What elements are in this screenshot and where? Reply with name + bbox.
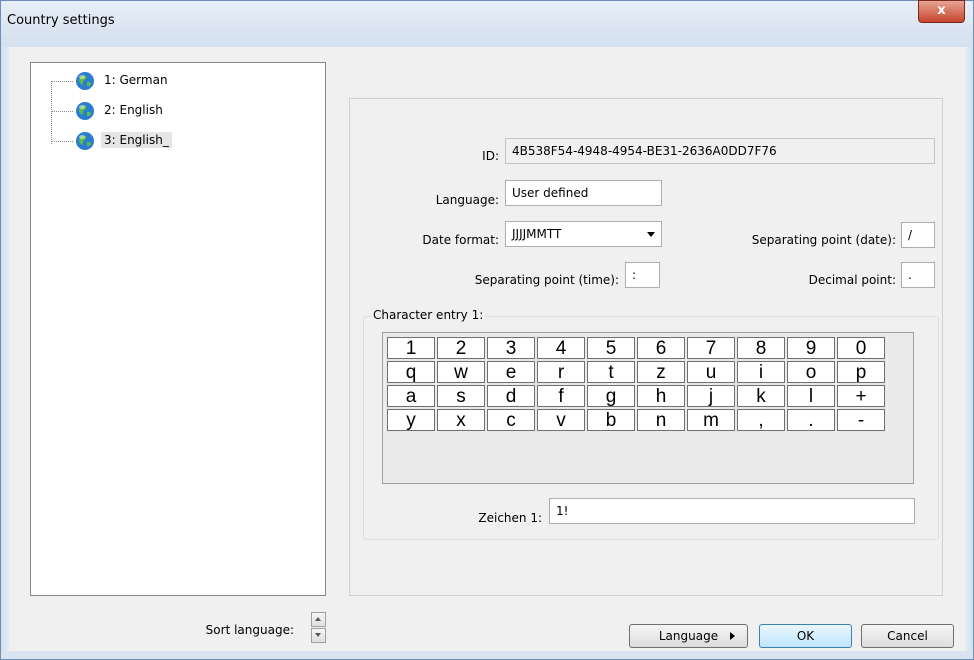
key-button[interactable]: s [437,385,485,407]
decimal-point-input[interactable]: . [901,262,935,288]
key-button[interactable]: 0 [837,337,885,359]
decimal-point-label: Decimal point: [808,273,896,287]
key-button[interactable]: 5 [587,337,635,359]
globe-icon [76,132,94,150]
key-button[interactable]: l [787,385,835,407]
close-button[interactable]: x [918,0,965,23]
key-button[interactable]: e [487,361,535,383]
tree-connector [51,111,73,112]
key-button[interactable]: u [687,361,735,383]
key-button[interactable]: x [437,409,485,431]
character-entry-title: Character entry 1: [371,308,486,322]
key-button[interactable]: i [737,361,785,383]
dialog-client-area: 1: German 2: English 3: English_ Sort la… [9,47,965,651]
language-button-label: Language [658,629,719,643]
globe-icon [76,102,94,120]
date-format-value: JJJJMMTT [512,227,562,241]
id-field: 4B538F54-4948-4954-BE31-2636A0DD7F76 [505,138,935,164]
window-right-border [965,47,973,653]
character-keyboard: 1 2 3 4 5 6 7 8 9 0 q w e r t z u i o p a s d f g h j k l + y x c v b n m,. - [382,332,914,484]
separating-point-date-input[interactable]: / [901,222,935,248]
key-button[interactable]: 2 [437,337,485,359]
separating-point-time-input[interactable]: : [625,262,660,288]
sort-up-button[interactable] [311,612,326,627]
close-icon: x [937,3,946,18]
key-button[interactable]: t [587,361,635,383]
sort-language-label: Sort language: [205,623,294,637]
title-bar: Country settings x [1,0,973,47]
key-button[interactable]: z [637,361,685,383]
globe-icon [76,72,94,90]
key-button[interactable]: w [437,361,485,383]
arrow-down-icon [315,633,321,637]
country-settings-window: Country settings x 1: German 2: English … [0,0,974,660]
key-button[interactable]: g [587,385,635,407]
chevron-right-icon [730,632,735,640]
key-button[interactable]: , [737,409,785,431]
language-label: Language: [435,193,499,207]
zeichen-input[interactable]: 1! [549,498,915,524]
sort-down-button[interactable] [311,628,326,643]
cancel-button[interactable]: Cancel [861,624,954,648]
key-button[interactable]: 9 [787,337,835,359]
window-bottom-border [1,651,973,659]
key-button[interactable]: q [387,361,435,383]
key-button[interactable]: n [637,409,685,431]
ok-button-label: OK [796,629,815,643]
key-button[interactable]: p [837,361,885,383]
key-button[interactable]: y [387,409,435,431]
key-button[interactable]: m [687,409,735,431]
arrow-up-icon [315,617,321,621]
language-menu-button[interactable]: Language [629,624,748,648]
key-button[interactable]: 4 [537,337,585,359]
key-button[interactable]: - [837,409,885,431]
key-button[interactable]: d [487,385,535,407]
window-title: Country settings [7,13,115,28]
language-tree[interactable]: 1: German 2: English 3: English_ [30,62,326,596]
key-button[interactable]: 6 [637,337,685,359]
ok-button[interactable]: OK [759,624,852,648]
key-button[interactable]: k [737,385,785,407]
tree-connector [51,141,73,142]
key-button[interactable]: a [387,385,435,407]
key-button[interactable]: j [687,385,735,407]
key-button[interactable]: v [537,409,585,431]
tree-item-german[interactable]: 1: German [51,70,311,92]
key-button[interactable]: b [587,409,635,431]
tree-item-label: 2: English [104,103,163,117]
key-button[interactable]: . [787,409,835,431]
language-input[interactable]: User defined [505,180,662,206]
tree-item-english-custom[interactable]: 3: English_ [51,130,311,152]
tree-item-english[interactable]: 2: English [51,100,311,122]
tree-item-label: 3: English_ [101,132,172,148]
separating-point-time-label: Separating point (time): [474,273,619,287]
key-button[interactable]: 1 [387,337,435,359]
date-format-select[interactable]: JJJJMMTT [505,221,662,247]
key-button[interactable]: h [637,385,685,407]
key-button[interactable]: 8 [737,337,785,359]
cancel-button-label: Cancel [887,629,928,643]
key-button[interactable]: 7 [687,337,735,359]
key-button[interactable]: f [537,385,585,407]
separating-point-date-label: Separating point (date): [751,233,896,247]
key-button[interactable]: r [537,361,585,383]
date-format-label: Date format: [422,233,499,247]
key-button[interactable]: c [487,409,535,431]
key-button[interactable]: o [787,361,835,383]
id-label: ID: [482,149,499,163]
zeichen-label: Zeichen 1: [478,511,542,525]
chevron-down-icon [647,232,655,237]
tree-connector [51,81,73,82]
tree-item-label: 1: German [104,73,168,87]
key-button[interactable]: + [837,385,885,407]
key-button[interactable]: 3 [487,337,535,359]
window-left-border [1,47,9,653]
